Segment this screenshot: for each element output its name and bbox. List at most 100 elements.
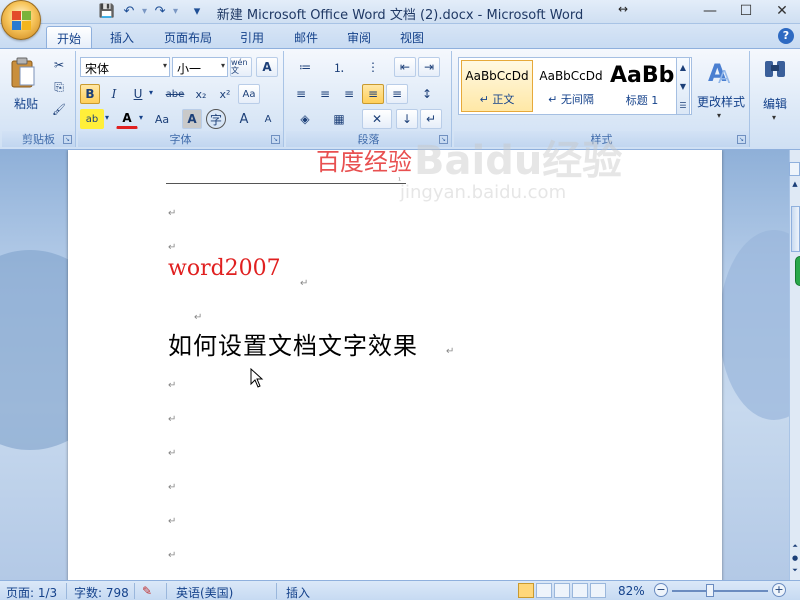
change-case-button[interactable]: Aa [150, 109, 174, 129]
font-launcher-icon[interactable]: ↘ [271, 135, 280, 144]
gallery-up-icon[interactable]: ▲ [677, 58, 689, 77]
word-count[interactable]: 字数: 798 [74, 584, 129, 600]
paste-button[interactable]: 粘贴 [8, 95, 44, 112]
subscript-button[interactable]: x₂ [190, 84, 212, 104]
tab-references[interactable]: 引用 [230, 26, 274, 48]
change-styles-icon[interactable]: A A [706, 57, 736, 88]
show-marks-button[interactable]: ↵ [420, 109, 442, 129]
office-button[interactable] [1, 0, 41, 40]
enclose-characters-button[interactable]: 字 [206, 109, 226, 129]
page-count[interactable]: 页面: 1/3 [6, 584, 57, 600]
font-color-button[interactable]: A [116, 109, 138, 129]
language-indicator[interactable]: 英语(美国) [176, 584, 233, 600]
proofing-icon[interactable]: ✎ [142, 584, 152, 598]
zoom-level[interactable]: 82% [618, 584, 645, 598]
character-border-button[interactable]: A [256, 57, 278, 77]
zoom-out-button[interactable]: − [654, 583, 668, 597]
scroll-thumb[interactable] [791, 206, 800, 252]
chevron-down-icon[interactable]: ▾ [221, 61, 225, 70]
previous-page-icon[interactable]: ⏶ [790, 542, 800, 554]
maximize-button[interactable]: ☐ [728, 0, 764, 22]
paste-icon[interactable] [10, 57, 36, 91]
draft-view-button[interactable] [590, 583, 606, 598]
copy-button[interactable]: ⎘ [48, 77, 70, 97]
zoom-slider[interactable] [672, 590, 768, 592]
print-layout-view-button[interactable] [518, 583, 534, 598]
font-name-combo[interactable]: 宋体 ▾ [80, 57, 170, 77]
highlight-dropdown-icon[interactable]: ▾ [105, 113, 109, 122]
borders-button[interactable]: ▦ [324, 109, 354, 129]
clear-formatting-button[interactable]: Aa [238, 84, 260, 104]
superscript-button[interactable]: x² [214, 84, 236, 104]
gallery-down-icon[interactable]: ▼ [677, 77, 689, 96]
document-line-heading[interactable]: 如何设置文档文字效果 [168, 326, 418, 361]
increase-indent-button[interactable]: ⇥ [418, 57, 440, 77]
multilevel-list-button[interactable]: ⋮ [358, 57, 388, 77]
tab-insert[interactable]: 插入 [100, 26, 144, 48]
side-floating-tab[interactable] [795, 256, 800, 286]
paragraph-launcher-icon[interactable]: ↘ [439, 135, 448, 144]
chinese-layout-button[interactable]: ✕ [362, 109, 392, 129]
phonetic-guide-button[interactable]: wén文 [230, 57, 252, 77]
cut-button[interactable]: ✂ [48, 55, 70, 75]
chevron-down-icon[interactable]: ▾ [163, 61, 167, 70]
bold-button[interactable]: B [80, 84, 100, 104]
tab-home[interactable]: 开始 [46, 26, 93, 48]
document-line-word2007[interactable]: word2007 [168, 256, 281, 281]
editing-button[interactable]: 编辑 [754, 95, 796, 112]
clipboard-launcher-icon[interactable]: ↘ [63, 135, 72, 144]
styles-gallery-scroll[interactable]: ▲ ▼ ☰ [676, 57, 690, 115]
outline-view-button[interactable] [572, 583, 588, 598]
editing-dropdown-icon[interactable]: ▾ [772, 113, 776, 122]
close-button[interactable]: ✕ [764, 0, 800, 22]
style-no-spacing[interactable]: AaBbCcDd ↵ 无间隔 [535, 60, 607, 112]
tab-mailings[interactable]: 邮件 [284, 26, 328, 48]
zoom-in-button[interactable]: + [772, 583, 786, 597]
styles-launcher-icon[interactable]: ↘ [737, 135, 746, 144]
paragraph-mark: ↵ [168, 414, 177, 425]
gallery-more-icon[interactable]: ☰ [677, 96, 689, 115]
tab-review[interactable]: 审阅 [337, 26, 381, 48]
view-ruler-icon[interactable] [789, 162, 800, 176]
tab-view[interactable]: 视图 [390, 26, 434, 48]
underline-button[interactable]: U [128, 84, 148, 104]
highlight-button[interactable]: ab [80, 109, 104, 129]
style-heading-1[interactable]: AaBb 标题 1 [609, 60, 675, 112]
italic-button[interactable]: I [104, 84, 124, 104]
decrease-indent-button[interactable]: ⇤ [394, 57, 416, 77]
insert-mode-indicator[interactable]: 插入 [286, 584, 310, 600]
shrink-font-button[interactable]: A [258, 109, 278, 129]
zoom-slider-thumb[interactable] [706, 584, 714, 597]
next-page-icon[interactable]: ⏷ [790, 566, 800, 578]
full-screen-reading-view-button[interactable] [536, 583, 552, 598]
justify-button[interactable]: ≡ [362, 84, 384, 104]
web-layout-view-button[interactable] [554, 583, 570, 598]
distributed-button[interactable]: ≡ [386, 84, 408, 104]
select-browse-object-icon[interactable]: ● [790, 554, 800, 566]
align-left-button[interactable]: ≡ [290, 84, 312, 104]
underline-dropdown-icon[interactable]: ▾ [149, 88, 153, 97]
sort-button[interactable]: ↓ [396, 109, 418, 129]
font-size-combo[interactable]: 小一 ▾ [172, 57, 228, 77]
character-shading-button[interactable]: A [182, 109, 202, 129]
line-spacing-button[interactable]: ↕ [412, 84, 442, 104]
grow-font-button[interactable]: A [234, 109, 254, 129]
format-painter-button[interactable]: 🖌 [48, 99, 70, 119]
align-right-button[interactable]: ≡ [338, 84, 360, 104]
strikethrough-button[interactable]: abe [162, 84, 188, 104]
bullets-button[interactable]: ≔ [290, 57, 320, 77]
style-normal[interactable]: AaBbCcDd ↵ 正文 [461, 60, 533, 112]
font-color-dropdown-icon[interactable]: ▾ [139, 113, 143, 122]
tab-page-layout[interactable]: 页面布局 [154, 26, 222, 48]
change-styles-dropdown-icon[interactable]: ▾ [717, 111, 721, 120]
align-center-button[interactable]: ≡ [314, 84, 336, 104]
document-page[interactable]: 百度经验 ¹ ↵ ↵ word2007 ↵ ↵ 如何设置文档文字效果 ↵ ↵ ↵… [68, 150, 722, 580]
vertical-scrollbar[interactable]: ▲ ⏶ ● ⏷ [789, 150, 800, 580]
minimize-button[interactable]: — [692, 0, 728, 22]
scroll-up-icon[interactable]: ▲ [790, 180, 800, 192]
binoculars-icon[interactable] [762, 57, 788, 87]
numbering-button[interactable]: ⒈ [324, 57, 354, 77]
change-styles-button[interactable]: 更改样式 [694, 93, 748, 110]
shading-button[interactable]: ◈ [290, 109, 320, 129]
help-icon[interactable]: ? [778, 28, 794, 44]
